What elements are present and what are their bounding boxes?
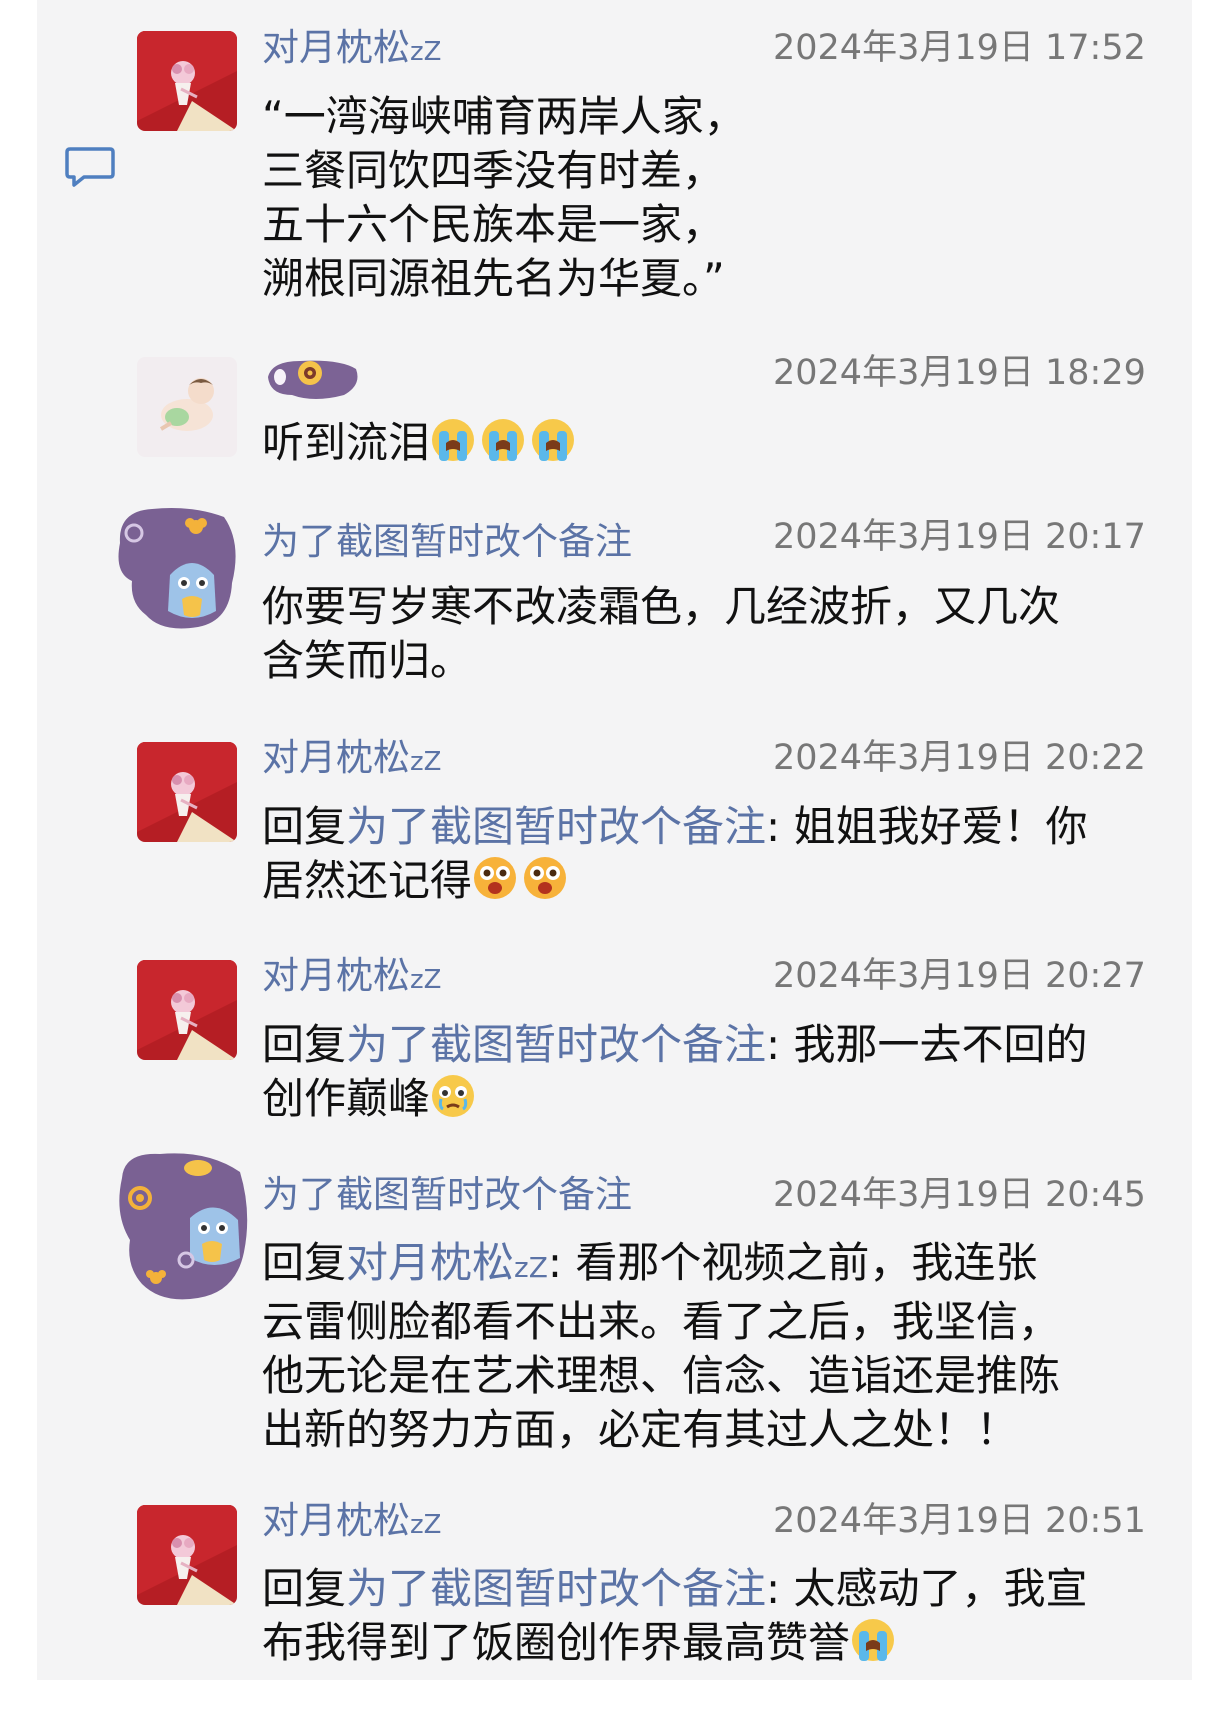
reply-target-link[interactable]: 对月枕松zZ xyxy=(346,1238,548,1287)
comment-text: 你要写岁寒不改凌霜色，几经波折，又几次 含笑而归。 xyxy=(262,582,1061,685)
comment-timestamp: 2024年3月19日 20:45 xyxy=(773,1175,1146,1215)
comment-username[interactable]: 为了截图暂时改个备注 xyxy=(262,1170,632,1220)
comment-username[interactable]: 对月枕松zZ xyxy=(262,733,441,787)
comment-text: 回复对月枕松zZ: 看那个视频之前，我连张 云雷侧脸都看不出来。看了之后，我坚信… xyxy=(262,1238,1061,1454)
comment-timestamp: 2024年3月19日 20:17 xyxy=(773,517,1146,557)
crying-face-icon xyxy=(482,419,525,461)
comment-timestamp: 2024年3月19日 20:51 xyxy=(773,1501,1146,1541)
comment-username-masked[interactable] xyxy=(262,355,362,414)
avatar-baby-sleeping[interactable] xyxy=(137,357,237,457)
crying-face-icon xyxy=(432,419,475,461)
reply-target-link[interactable]: 为了截图暂时改个备注 xyxy=(346,802,766,851)
comment-text: 回复为了截图暂时改个备注: 我那一去不回的 创作巅峰 xyxy=(262,1020,1088,1123)
reply-target-link[interactable]: 为了截图暂时改个备注 xyxy=(346,1020,766,1069)
crying-face-icon xyxy=(532,419,575,461)
wow-face-icon xyxy=(524,857,567,899)
avatar-red-bouquet[interactable] xyxy=(137,742,237,842)
teary-face-icon xyxy=(432,1075,475,1117)
avatar-red-bouquet[interactable] xyxy=(137,960,237,1060)
comment-username[interactable]: 为了截图暂时改个备注 xyxy=(262,517,632,567)
comment-username[interactable]: 对月枕松zZ xyxy=(262,951,441,1005)
comment-bubble-icon[interactable] xyxy=(64,145,116,191)
comment-username[interactable]: 对月枕松zZ xyxy=(262,1496,441,1550)
avatar-purple-owl[interactable] xyxy=(112,1148,252,1303)
comment-timestamp: 2024年3月19日 20:22 xyxy=(773,738,1146,778)
comment-username[interactable]: 对月枕松zZ xyxy=(262,23,441,77)
comment-text: 听到流泪 xyxy=(262,416,1177,470)
comment-timestamp: 2024年3月19日 17:52 xyxy=(773,28,1146,68)
avatar-red-bouquet[interactable] xyxy=(137,1505,237,1605)
avatar-red-bouquet[interactable] xyxy=(137,31,237,131)
comment-text: 回复为了截图暂时改个备注: 太感动了，我宣 布我得到了饭圈创作界最高赞誉 xyxy=(262,1564,1088,1667)
wow-face-icon xyxy=(474,857,517,899)
comment-text: “一湾海峡哺育两岸人家， 三餐同饮四季没有时差， 五十六个民族本是一家， 溯根同… xyxy=(262,92,746,303)
reply-target-link[interactable]: 为了截图暂时改个备注 xyxy=(346,1564,766,1613)
comment-text: 回复为了截图暂时改个备注: 姐姐我好爱！你 居然还记得 xyxy=(262,802,1088,905)
username-masked-sticker-icon xyxy=(268,360,358,399)
comment-timestamp: 2024年3月19日 18:29 xyxy=(773,353,1146,393)
comment-timestamp: 2024年3月19日 20:27 xyxy=(773,956,1146,996)
avatar-purple-owl[interactable] xyxy=(112,503,242,633)
crying-face-icon xyxy=(852,1619,895,1661)
